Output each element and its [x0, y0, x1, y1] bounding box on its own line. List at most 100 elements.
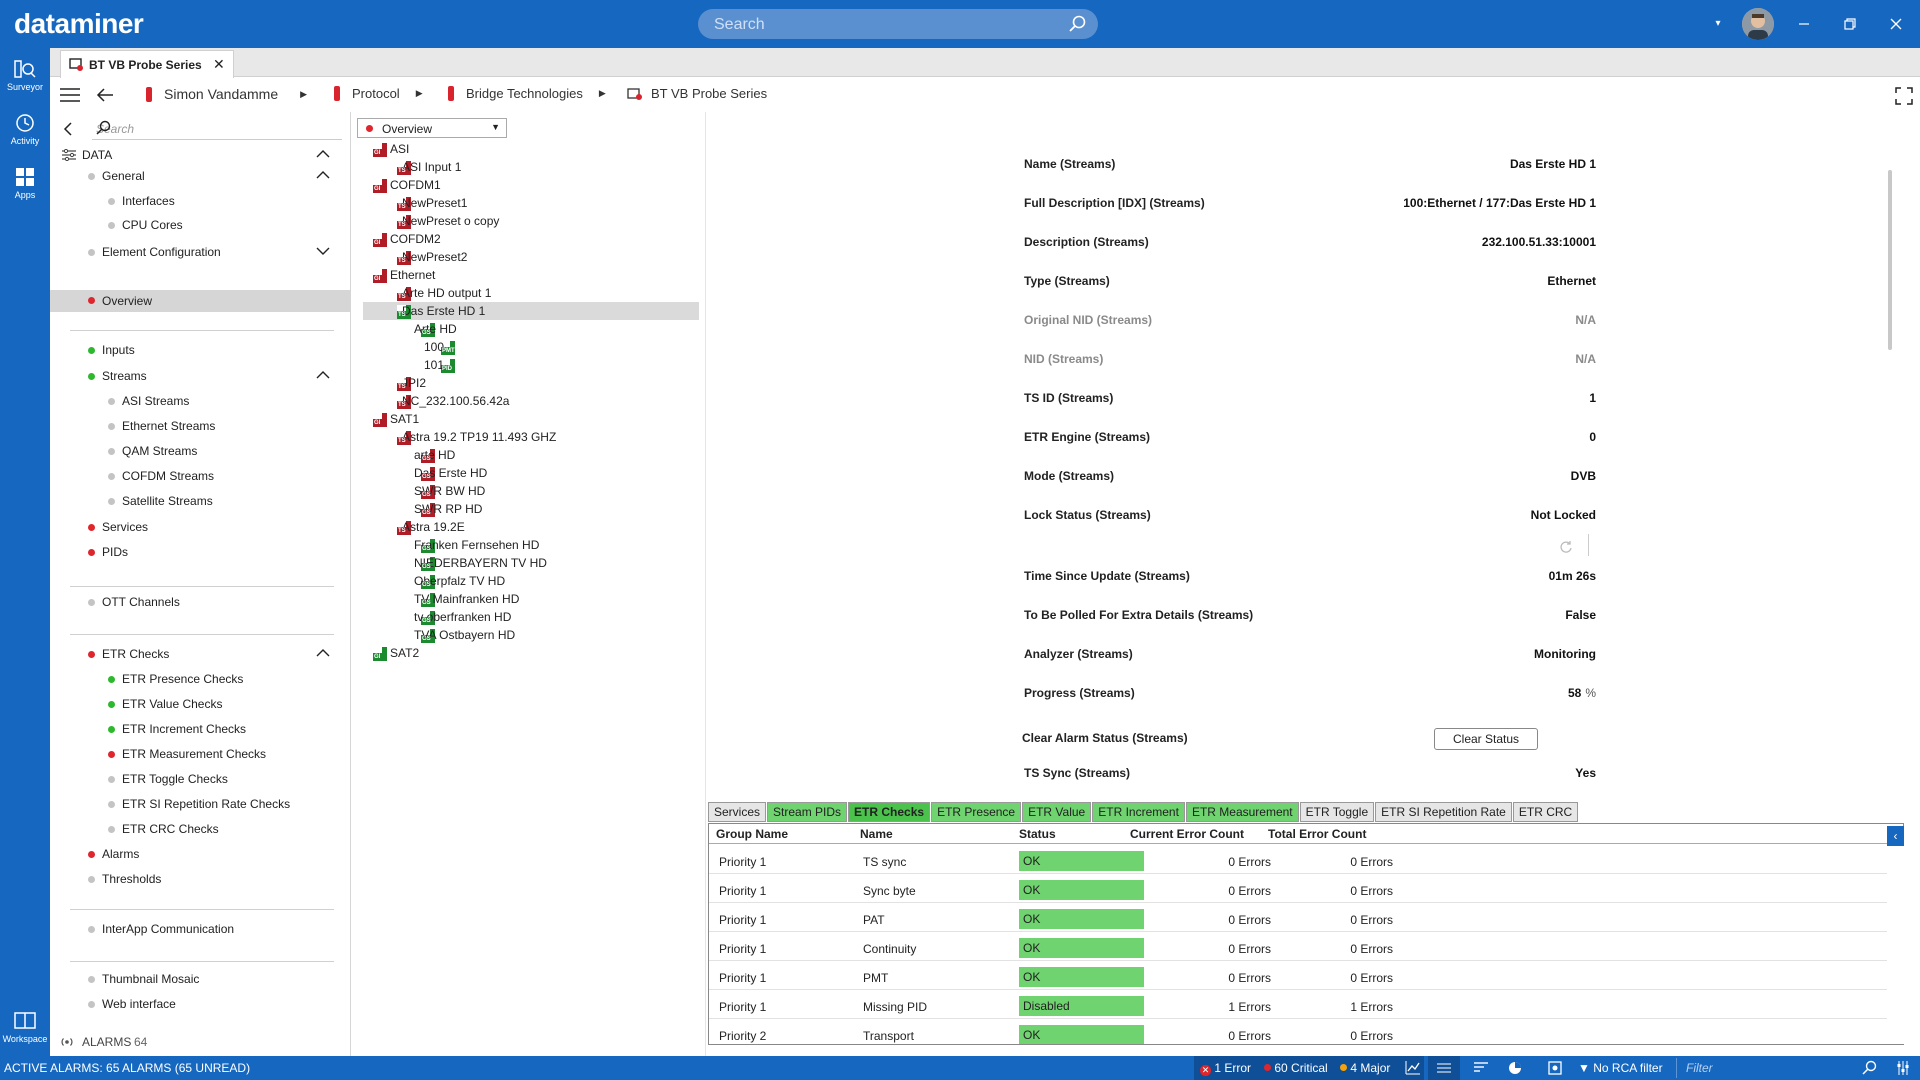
- nav-item[interactable]: General: [50, 166, 350, 186]
- table-tab[interactable]: ETR CRC: [1512, 802, 1579, 822]
- nav-item[interactable]: ETR Measurement Checks: [50, 744, 350, 764]
- nav-item[interactable]: Satellite Streams: [50, 491, 350, 511]
- tree-node[interactable]: TS Astra 19.2E: [363, 518, 693, 536]
- table-tab[interactable]: ETR Checks: [848, 802, 931, 822]
- tree-node[interactable]: TS NewPreset o copy: [363, 212, 693, 230]
- search-icon[interactable]: [1068, 14, 1088, 34]
- table-scrollbar[interactable]: ‹: [1887, 826, 1904, 1044]
- nav-item[interactable]: ETR Presence Checks: [50, 669, 350, 689]
- nav-item[interactable]: Element Configuration: [50, 242, 350, 262]
- breadcrumb-view[interactable]: Simon Vandamme ▶: [146, 86, 307, 102]
- sort-icon[interactable]: [1474, 1061, 1488, 1075]
- tree-node[interactable]: GS Oberpfalz TV HD: [363, 572, 693, 590]
- table-tab[interactable]: Stream PIDs: [767, 802, 848, 822]
- nav-search-input[interactable]: Search: [92, 118, 342, 140]
- chevron-down-icon[interactable]: [316, 244, 330, 258]
- data-section-header[interactable]: DATA: [50, 145, 350, 165]
- table-tab[interactable]: ETR SI Repetition Rate: [1375, 802, 1512, 822]
- back-arrow-icon[interactable]: [96, 87, 114, 103]
- alarms-footer[interactable]: ALARMS 64: [50, 1032, 350, 1052]
- column-header[interactable]: Current Error Count: [1130, 827, 1244, 841]
- tree-node[interactable]: GS Das Erste HD: [363, 464, 693, 482]
- table-tab[interactable]: ETR Value: [1022, 802, 1092, 822]
- pie-chart-icon[interactable]: [1508, 1061, 1522, 1075]
- tree-node[interactable]: TS Astra 19.2 TP19 11.493 GHZ: [363, 428, 693, 446]
- table-row[interactable]: Priority 1 Sync byte OK 0 Errors 0 Errors: [709, 874, 1889, 903]
- nav-item[interactable]: ASI Streams: [50, 391, 350, 411]
- clear-status-button[interactable]: Clear Status: [1434, 728, 1538, 750]
- tree-node[interactable]: TS NC_232.100.56.42a: [363, 392, 693, 410]
- error-count[interactable]: ✕ 1 Error: [1200, 1061, 1251, 1076]
- collapse-nav-icon[interactable]: [62, 122, 74, 136]
- tree-node[interactable]: GI ASI: [363, 140, 693, 158]
- table-tab[interactable]: ETR Measurement: [1185, 802, 1299, 822]
- tree-node[interactable]: GS TV Mainfranken HD: [363, 590, 693, 608]
- table-row[interactable]: Priority 1 PAT OK 0 Errors 0 Errors: [709, 903, 1889, 932]
- nav-item[interactable]: Inputs: [50, 340, 350, 360]
- nav-item[interactable]: ETR Toggle Checks: [50, 769, 350, 789]
- nav-item[interactable]: OTT Channels: [50, 592, 350, 612]
- table-row[interactable]: Priority 2 Transport OK 0 Errors 0 Errors: [709, 1019, 1889, 1044]
- dropdown-caret-icon[interactable]: ▾: [1706, 12, 1730, 36]
- nav-item[interactable]: ETR Value Checks: [50, 694, 350, 714]
- nav-item[interactable]: COFDM Streams: [50, 466, 350, 486]
- breadcrumb-vendor[interactable]: Bridge Technologies ▶: [448, 86, 606, 101]
- nav-item[interactable]: Overview: [50, 290, 350, 312]
- rail-workspace[interactable]: Workspace: [0, 1010, 50, 1044]
- table-tab[interactable]: Services: [708, 802, 767, 822]
- chevron-left-icon[interactable]: ‹: [1887, 826, 1904, 846]
- tree-node[interactable]: PMT 100: [363, 338, 693, 356]
- nav-item[interactable]: ETR CRC Checks: [50, 819, 350, 839]
- restore-icon[interactable]: [1838, 12, 1862, 36]
- nav-item[interactable]: PIDs: [50, 542, 350, 562]
- tree-node[interactable]: GS SWR RP HD: [363, 500, 693, 518]
- tree-node[interactable]: GS arte HD: [363, 446, 693, 464]
- table-row[interactable]: Priority 1 Continuity OK 0 Errors 0 Errors: [709, 932, 1889, 961]
- tree-node[interactable]: GI COFDM1: [363, 176, 693, 194]
- breadcrumb-element[interactable]: BT VB Probe Series: [627, 86, 767, 101]
- chevron-up-icon[interactable]: [316, 368, 330, 382]
- chevron-up-icon[interactable]: [316, 168, 330, 182]
- search-icon[interactable]: [1862, 1060, 1878, 1076]
- tree-node[interactable]: PID 101: [363, 356, 693, 374]
- nav-item[interactable]: CPU Cores: [50, 215, 350, 235]
- card-tab[interactable]: BT VB Probe Series ✕: [60, 50, 234, 78]
- close-tab-icon[interactable]: ✕: [213, 56, 225, 73]
- table-tab[interactable]: ETR Toggle: [1299, 802, 1375, 822]
- view-selector-dropdown[interactable]: Overview ▼: [357, 118, 507, 138]
- table-row[interactable]: Priority 1 PMT OK 0 Errors 0 Errors: [709, 961, 1889, 990]
- table-row[interactable]: Priority 1 Missing PID Disabled 1 Errors 1 E…: [709, 990, 1889, 1019]
- global-search-input[interactable]: Search: [698, 9, 1098, 39]
- tree-node[interactable]: GS Franken Fernsehen HD: [363, 536, 693, 554]
- column-header[interactable]: Group Name: [716, 827, 788, 841]
- trend-icon[interactable]: [1405, 1060, 1421, 1076]
- table-tab[interactable]: ETR Increment: [1092, 802, 1185, 822]
- rail-surveyor[interactable]: Surveyor: [0, 58, 50, 92]
- table-tab[interactable]: ETR Presence: [931, 802, 1022, 822]
- nav-item[interactable]: ETR Checks: [50, 644, 350, 664]
- tree-node[interactable]: GS SWR BW HD: [363, 482, 693, 500]
- column-header[interactable]: Status: [1019, 827, 1056, 841]
- nav-item[interactable]: Ethernet Streams: [50, 416, 350, 436]
- nav-item[interactable]: Web interface: [50, 994, 350, 1014]
- nav-item[interactable]: Alarms: [50, 844, 350, 864]
- chevron-up-icon[interactable]: [316, 646, 330, 660]
- tree-node[interactable]: GS tv oberfranken HD: [363, 608, 693, 626]
- tree-node[interactable]: TS NewPreset1: [363, 194, 693, 212]
- major-count[interactable]: 4 Major: [1340, 1061, 1390, 1075]
- tree-node[interactable]: GI SAT2: [363, 644, 693, 662]
- list-view-toggle[interactable]: [1428, 1056, 1460, 1080]
- rail-apps[interactable]: Apps: [0, 166, 50, 200]
- critical-count[interactable]: 60 Critical: [1264, 1061, 1328, 1075]
- column-header[interactable]: Name: [860, 827, 893, 841]
- column-header[interactable]: Total Error Count: [1268, 827, 1366, 841]
- tree-node[interactable]: GS Arte HD: [363, 320, 693, 338]
- fullscreen-icon[interactable]: [1895, 87, 1913, 105]
- tree-node[interactable]: GS TVA Ostbayern HD: [363, 626, 693, 644]
- tree-node[interactable]: TS NewPreset2: [363, 248, 693, 266]
- nav-item[interactable]: InterApp Communication: [50, 919, 350, 939]
- settings-sliders-icon[interactable]: [1896, 1061, 1910, 1075]
- nav-item[interactable]: Streams: [50, 366, 350, 386]
- tree-node[interactable]: GS NIEDERBAYERN TV HD: [363, 554, 693, 572]
- tree-node[interactable]: TS Das Erste HD 1: [363, 302, 699, 320]
